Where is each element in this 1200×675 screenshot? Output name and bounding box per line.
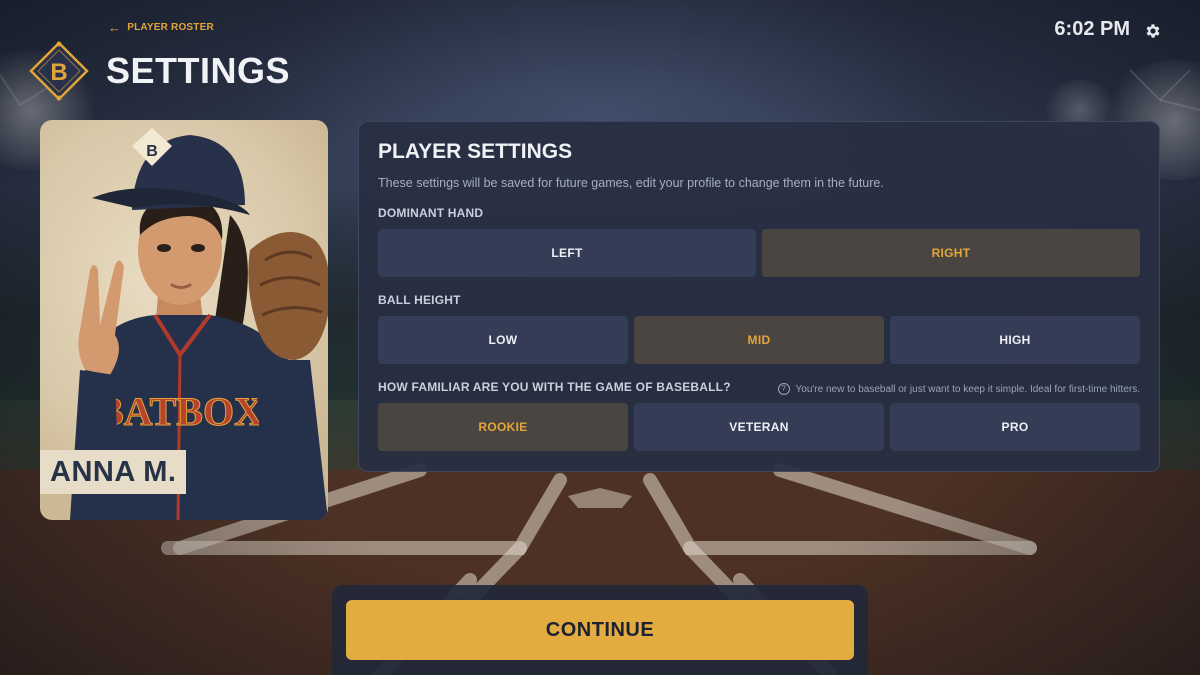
player-settings-panel: PLAYER SETTINGS These settings will be s… [358,121,1160,472]
familiarity-label: HOW FAMILIAR ARE YOU WITH THE GAME OF BA… [378,380,731,394]
ball-height-options: LOW MID HIGH [378,316,1140,364]
dominant-hand-label: DOMINANT HAND [378,206,484,220]
question-circle-icon: ? [777,383,790,395]
back-to-roster-link[interactable]: ← PLAYER ROSTER [108,19,214,35]
panel-subtitle: These settings will be saved for future … [378,176,884,190]
arrow-left-icon: ← [108,19,122,35]
option-mid[interactable]: MID [634,316,884,364]
option-rookie[interactable]: ROOKIE [378,403,628,451]
dominant-hand-options: LEFT RIGHT [378,229,1140,277]
page-title: SETTINGS [106,50,291,91]
option-pro[interactable]: PRO [890,403,1140,451]
svg-text:B: B [50,59,67,86]
clock: 6:02 PM [1054,18,1130,40]
option-low[interactable]: LOW [378,316,628,364]
back-link-label: PLAYER ROSTER [127,22,214,33]
ball-height-label: BALL HEIGHT [378,293,461,307]
panel-title: PLAYER SETTINGS [378,140,573,163]
familiarity-options: ROOKIE VETERAN PRO [378,403,1140,451]
svg-text:BATBOX: BATBOX [97,389,263,434]
batbox-logo: B [28,40,90,102]
player-name-label: ANNA M. [40,450,187,494]
option-veteran[interactable]: VETERAN [634,403,884,451]
continue-button[interactable]: CONTINUE [346,600,854,660]
familiarity-hint: ? You're new to baseball or just want to… [777,383,1140,395]
option-right[interactable]: RIGHT [762,229,1140,277]
option-high[interactable]: HIGH [890,316,1140,364]
familiarity-hint-text: You're new to baseball or just want to k… [795,383,1140,395]
option-left[interactable]: LEFT [378,229,756,277]
gear-icon[interactable] [1144,22,1162,40]
svg-text:B: B [146,143,158,160]
